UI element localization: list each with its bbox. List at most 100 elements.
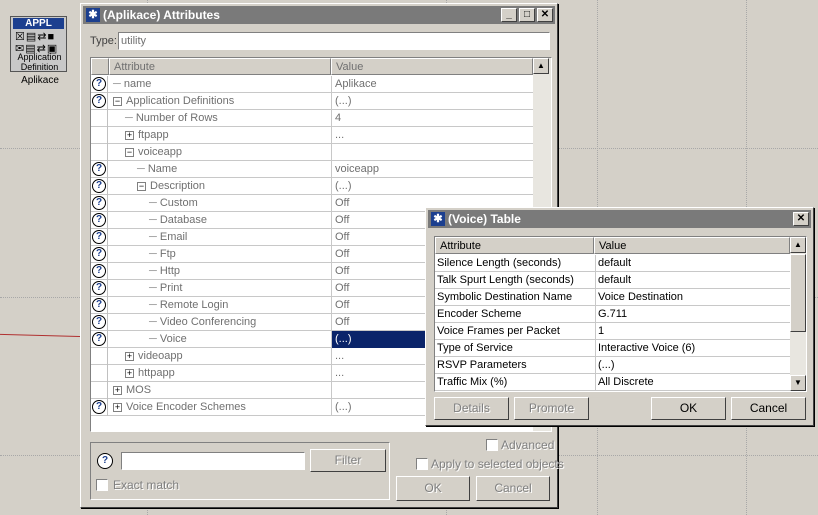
collapse-icon[interactable]: −	[137, 181, 146, 191]
attribute-row[interactable]: + ftpapp...	[91, 127, 533, 144]
attributes-titlebar[interactable]: ✱ (Aplikace) Attributes _ □ ✕	[83, 6, 555, 24]
help-icon[interactable]: ?	[92, 332, 106, 346]
help-icon[interactable]: ?	[92, 264, 106, 278]
help-cell: ?	[91, 76, 108, 93]
voice-attribute-value[interactable]: default	[595, 272, 790, 289]
help-icon[interactable]: ?	[97, 453, 113, 469]
help-icon[interactable]: ?	[92, 230, 106, 244]
apply-selected-checkbox[interactable]	[416, 458, 428, 470]
voice-row[interactable]: Voice Frames per Packet 1	[435, 323, 790, 340]
scroll-up-icon[interactable]: ▲	[533, 58, 549, 74]
help-icon[interactable]: ?	[92, 94, 106, 108]
expand-icon[interactable]: +	[113, 385, 122, 395]
header-value[interactable]: Value	[331, 58, 533, 75]
expand-icon[interactable]: +	[125, 368, 134, 378]
help-icon[interactable]: ?	[92, 179, 106, 193]
help-cell	[91, 127, 108, 144]
voice-ok-button[interactable]: OK	[651, 397, 726, 420]
voice-row[interactable]: RSVP Parameters (...)	[435, 357, 790, 374]
advanced-checkbox[interactable]	[486, 439, 498, 451]
help-icon[interactable]: ?	[92, 298, 106, 312]
header-attribute[interactable]: Attribute	[109, 58, 331, 75]
voice-table-window: ✱ (Voice) Table ✕ Attribute Value ▲ ▼ Si…	[425, 207, 814, 426]
voice-attribute-value[interactable]: 1	[595, 323, 790, 340]
voice-attribute-value[interactable]: Voice Destination	[595, 289, 790, 306]
expand-icon[interactable]: +	[125, 130, 134, 140]
attribute-name: − voiceapp	[109, 144, 182, 161]
minimize-icon[interactable]: _	[501, 8, 517, 22]
attribute-label: voiceapp	[138, 146, 183, 158]
attribute-value[interactable]: (...)	[331, 93, 533, 110]
voice-attribute-value[interactable]: (...)	[595, 357, 790, 374]
scroll-up-icon[interactable]: ▲	[790, 237, 806, 253]
voice-row[interactable]: Talk Spurt Length (seconds) default	[435, 272, 790, 289]
attribute-row[interactable]: ─ Number of Rows 4	[91, 110, 533, 127]
attribute-value[interactable]	[331, 144, 533, 161]
details-button[interactable]: Details	[434, 397, 509, 420]
attribute-name: ─ Video Conferencing	[109, 314, 256, 331]
help-icon[interactable]: ?	[92, 247, 106, 261]
voice-row[interactable]: Symbolic Destination Name Voice Destinati…	[435, 289, 790, 306]
help-icon[interactable]: ?	[92, 213, 106, 227]
voice-attribute-value[interactable]: All Discrete	[595, 374, 790, 391]
attribute-value[interactable]: ...	[331, 127, 533, 144]
voice-attribute-label: Type of Service	[437, 342, 513, 354]
collapse-icon[interactable]: −	[125, 147, 134, 157]
voice-row[interactable]: Type of Service Interactive Voice (6)	[435, 340, 790, 357]
help-icon[interactable]: ?	[92, 315, 106, 329]
attribute-row[interactable]: ? − Description (...)	[91, 178, 533, 195]
voice-attribute-label: Traffic Mix (%)	[437, 376, 508, 388]
cancel-button[interactable]: Cancel	[476, 476, 550, 501]
voice-attribute-value[interactable]: G.711	[595, 306, 790, 323]
voice-row[interactable]: Traffic Mix (%) All Discrete	[435, 374, 790, 391]
help-cell: ?	[91, 297, 108, 314]
scroll-thumb[interactable]	[790, 254, 806, 332]
attribute-row[interactable]: ? ─ Name voiceapp	[91, 161, 533, 178]
voice-header-attribute[interactable]: Attribute	[435, 237, 594, 254]
attribute-value[interactable]: 4	[331, 110, 533, 127]
voice-row[interactable]: Silence Length (seconds) default	[435, 255, 790, 272]
help-cell: ?	[91, 161, 108, 178]
exact-match-checkbox[interactable]	[96, 479, 108, 491]
voice-attribute-label: Silence Length (seconds)	[437, 257, 562, 269]
filter-input[interactable]	[121, 452, 305, 470]
attribute-row[interactable]: ? − Application Definitions (...)	[91, 93, 533, 110]
collapse-icon[interactable]: −	[113, 96, 122, 106]
close-icon[interactable]: ✕	[793, 212, 809, 226]
attribute-row[interactable]: − voiceapp	[91, 144, 533, 161]
help-icon[interactable]: ?	[92, 77, 106, 91]
expand-icon[interactable]: +	[125, 351, 134, 361]
promote-button[interactable]: Promote	[514, 397, 589, 420]
voice-attribute-value[interactable]: Interactive Voice (6)	[595, 340, 790, 357]
voice-attribute-label: Voice Frames per Packet	[437, 325, 560, 337]
link-line	[0, 333, 84, 338]
voice-titlebar[interactable]: ✱ (Voice) Table ✕	[428, 210, 811, 228]
expand-icon[interactable]: +	[113, 402, 122, 412]
help-icon[interactable]: ?	[92, 196, 106, 210]
maximize-icon[interactable]: □	[519, 8, 535, 22]
tree-branch-icon: ─	[149, 299, 160, 311]
help-cell: ?	[91, 280, 108, 297]
attribute-name: ─ Email	[109, 229, 187, 246]
attribute-label: httpapp	[138, 367, 175, 379]
voice-header-value[interactable]: Value	[594, 237, 790, 254]
application-definition-node[interactable]: APPL ☒▤⇄■ ✉▤⇄▣ Application Definition Apl…	[10, 16, 68, 86]
type-label: Type:	[90, 35, 117, 47]
help-icon[interactable]: ?	[92, 400, 106, 414]
filter-button[interactable]: Filter	[310, 449, 386, 472]
voice-attribute-value[interactable]: default	[595, 255, 790, 272]
close-icon[interactable]: ✕	[537, 8, 553, 22]
help-icon[interactable]: ?	[92, 162, 106, 176]
scroll-down-icon[interactable]: ▼	[790, 375, 806, 391]
voice-scrollbar[interactable]: ▲ ▼	[790, 237, 806, 391]
ok-button[interactable]: OK	[396, 476, 470, 501]
attribute-value[interactable]: Aplikace	[331, 76, 533, 93]
attribute-row[interactable]: ? ─ name Aplikace	[91, 76, 533, 93]
voice-cancel-button[interactable]: Cancel	[731, 397, 806, 420]
type-field[interactable]: utility	[118, 32, 550, 50]
attribute-value[interactable]: voiceapp	[331, 161, 533, 178]
voice-row[interactable]: Encoder Scheme G.711	[435, 306, 790, 323]
attribute-value[interactable]: (...)	[331, 178, 533, 195]
help-icon[interactable]: ?	[92, 281, 106, 295]
help-cell: ?	[91, 331, 108, 348]
